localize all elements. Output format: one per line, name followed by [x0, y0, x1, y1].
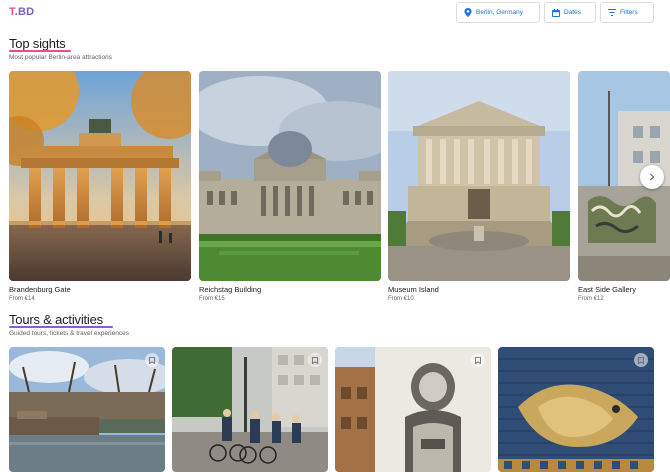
sight-name: Reichstag Building	[199, 285, 262, 294]
chevron-right-icon	[648, 168, 656, 186]
dates-chip[interactable]: Dates	[544, 2, 596, 23]
sight-name: East Side Gallery	[578, 285, 636, 294]
bookmark-button[interactable]	[471, 353, 485, 367]
bookmark-icon	[475, 351, 481, 369]
top-bar: T.BD Berlin, Germany Dates Filters	[0, 0, 670, 26]
tour-card[interactable]	[172, 347, 328, 472]
top-sights-title-text: Top sights	[9, 36, 66, 51]
bookmark-button[interactable]	[308, 353, 322, 367]
tour-card[interactable]	[335, 347, 491, 472]
filter-icon	[608, 9, 616, 16]
logo-letters-bd: BD	[17, 6, 35, 18]
tours-title-text: Tours & activities	[9, 312, 103, 327]
sight-price: From €14	[9, 296, 35, 302]
sight-card-museum-island[interactable]: Museum Island From €10	[388, 71, 570, 302]
sight-image-brandenburg-gate[interactable]	[9, 71, 191, 281]
sight-price: From €12	[578, 296, 604, 302]
sight-image-reichstag-building[interactable]	[199, 71, 381, 281]
bookmark-button[interactable]	[634, 353, 648, 367]
tour-card[interactable]	[9, 347, 165, 472]
bookmark-icon	[312, 351, 318, 369]
sight-name: Brandenburg Gate	[9, 285, 71, 294]
filters-chip[interactable]: Filters	[600, 2, 654, 23]
tours-title: Tours & activities	[9, 312, 113, 328]
location-pin-icon	[464, 8, 472, 17]
sight-price: From €15	[199, 296, 225, 302]
bookmark-button[interactable]	[145, 353, 159, 367]
top-sights-title: Top sights	[9, 36, 71, 52]
sight-card-reichstag-building[interactable]: Reichstag Building From €15	[199, 71, 381, 302]
bookmark-icon	[638, 351, 644, 369]
bookmark-icon	[149, 351, 155, 369]
tour-card[interactable]	[498, 347, 654, 472]
sight-image-museum-island[interactable]	[388, 71, 570, 281]
logo[interactable]: T.BD	[9, 6, 34, 18]
sight-card-brandenburg-gate[interactable]: Brandenburg Gate From €14	[9, 71, 191, 302]
dates-chip-label: Dates	[564, 9, 581, 16]
calendar-icon	[552, 8, 560, 17]
tours-underline	[9, 326, 113, 328]
top-sights-underline	[9, 50, 71, 52]
sight-name: Museum Island	[388, 285, 439, 294]
tours-subtitle: Guided tours, tickets & travel experienc…	[9, 330, 129, 337]
top-sights-subtitle: Most popular Berlin-area attractions	[9, 54, 112, 61]
sight-price: From €10	[388, 296, 414, 302]
location-chip[interactable]: Berlin, Germany	[456, 2, 540, 23]
filters-chip-label: Filters	[620, 9, 638, 16]
next-sights-button[interactable]	[640, 165, 664, 189]
location-chip-label: Berlin, Germany	[476, 9, 523, 16]
